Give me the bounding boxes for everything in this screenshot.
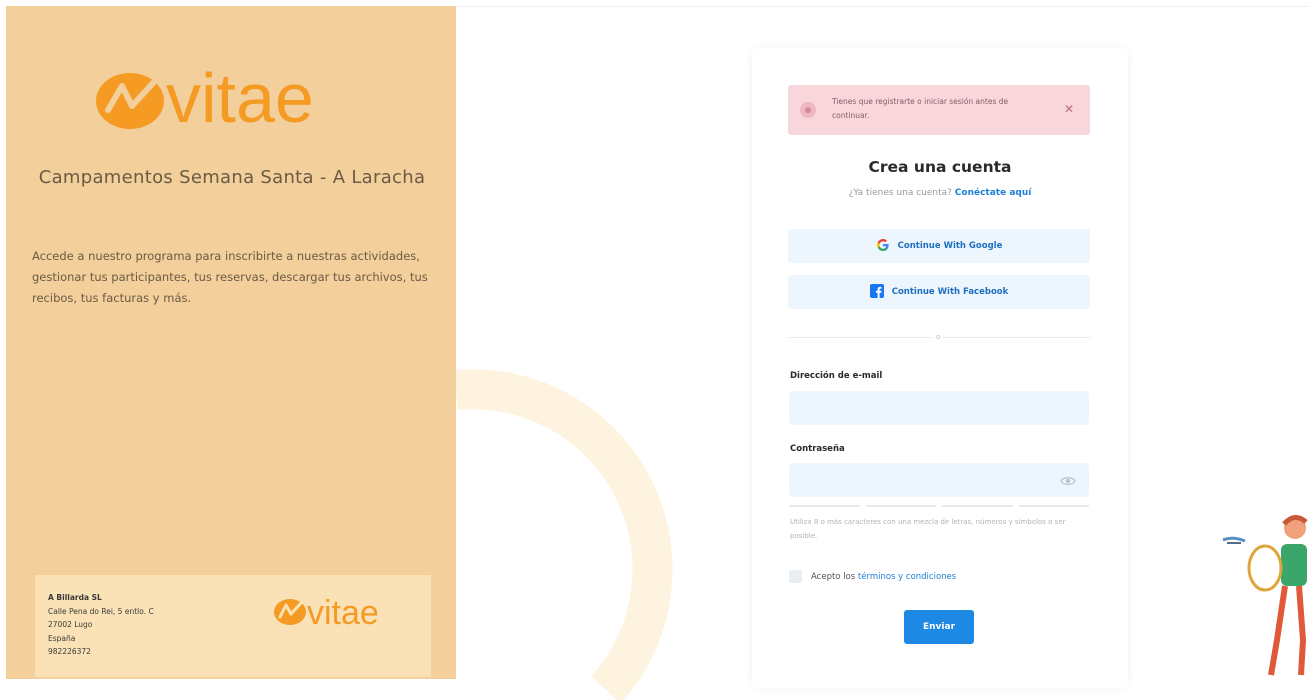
brand-description: Accede a nuestro programa para inscribir…: [32, 249, 428, 305]
person-illustration: [1215, 510, 1309, 679]
company-footer: A Billarda SL Calle Pena do Rei, 5 entlo…: [35, 575, 431, 677]
alert-message: Tienes que registrarte o iniciar sesión …: [832, 97, 1009, 120]
submit-button[interactable]: Enviar: [904, 610, 974, 644]
phone: 982226372: [48, 647, 91, 657]
google-icon: [876, 237, 890, 256]
svg-text:vitae: vitae: [166, 64, 314, 132]
divider-text: o: [933, 332, 944, 342]
login-link[interactable]: Conéctate aquí: [955, 188, 1032, 198]
strength-segment: [865, 505, 936, 507]
svg-text:vitae: vitae: [307, 594, 379, 629]
decorative-arc: [456, 369, 673, 700]
password-label: Contraseña: [790, 444, 845, 454]
address-line1: Calle Pena do Rei, 5 entlo. C: [48, 606, 154, 616]
facebook-signin-button[interactable]: Continue With Facebook: [788, 275, 1090, 309]
eye-icon[interactable]: [1060, 473, 1076, 487]
have-account-text: ¿Ya tienes una cuenta?: [848, 188, 952, 198]
alert-banner: Tienes que registrarte o iniciar sesión …: [788, 85, 1090, 135]
terms-checkbox[interactable]: [789, 570, 802, 583]
google-signin-button[interactable]: Continue With Google: [788, 229, 1090, 263]
page-title: Campamentos Semana Santa - A Laracha: [38, 167, 426, 188]
terms-row: Acepto los términos y condiciones: [789, 570, 956, 583]
brand-panel: vitae Campamentos Semana Santa - A Larac…: [6, 6, 456, 679]
strength-segment: [789, 505, 860, 507]
password-field[interactable]: [789, 463, 1089, 497]
alert-icon: [800, 102, 816, 118]
facebook-button-label: Continue With Facebook: [891, 287, 1009, 297]
password-hint: Utiliza 8 o más caracteres con una mezcl…: [790, 518, 1066, 540]
company-name: A Billarda SL: [48, 593, 102, 602]
email-field[interactable]: [789, 391, 1089, 425]
strength-segment: [1018, 505, 1089, 507]
email-label: Dirección de e-mail: [790, 371, 883, 381]
login-prompt: ¿Ya tienes una cuenta? Conéctate aquí: [752, 188, 1128, 198]
country: España: [48, 633, 76, 643]
strength-segment: [942, 505, 1013, 507]
address-line2: 27002 Lugo: [48, 620, 93, 630]
google-button-label: Continue With Google: [897, 241, 1003, 251]
terms-prefix: Acepto los: [811, 571, 856, 582]
terms-link[interactable]: términos y condiciones: [858, 572, 956, 582]
company-info: A Billarda SL Calle Pena do Rei, 5 entlo…: [48, 591, 154, 659]
footer-vitae-logo: vitae: [273, 593, 423, 633]
form-title: Crea una cuenta: [868, 158, 1012, 176]
terms-text: Acepto los términos y condiciones: [811, 572, 956, 582]
facebook-icon: [869, 283, 884, 302]
close-icon[interactable]: ✕: [1062, 102, 1076, 116]
vitae-logo: vitae: [94, 64, 394, 132]
register-card: Tienes que registrarte o iniciar sesión …: [752, 48, 1128, 688]
password-strength-meter: [789, 505, 1089, 507]
top-border: [456, 6, 1309, 7]
